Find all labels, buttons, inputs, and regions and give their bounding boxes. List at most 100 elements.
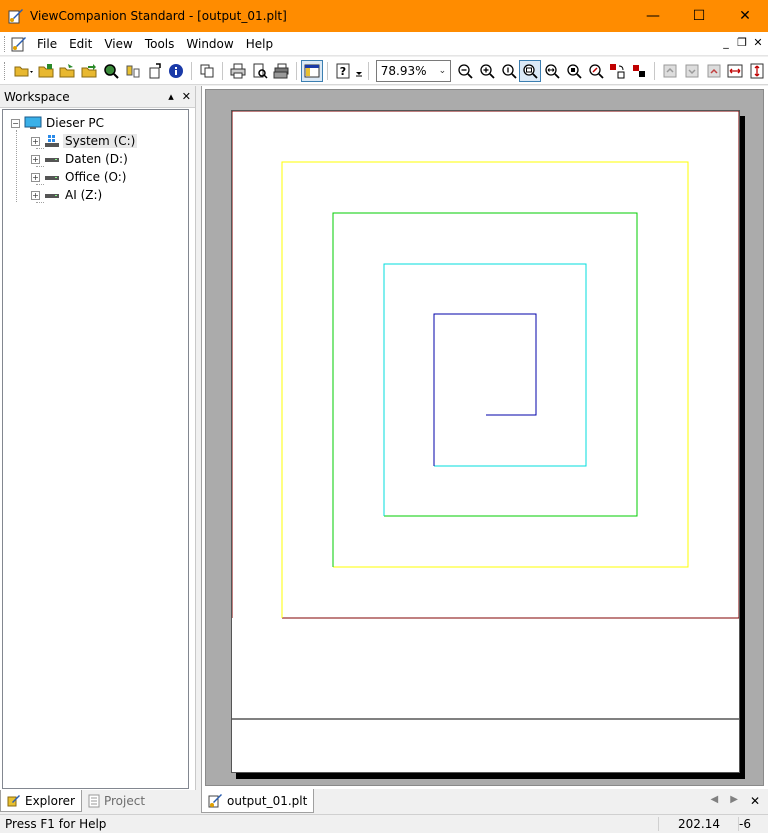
document-info-button[interactable]	[144, 60, 166, 82]
search-button[interactable]	[100, 60, 122, 82]
zoom-in-icon	[480, 63, 495, 79]
close-button[interactable]: ✕	[722, 0, 768, 32]
mdi-close-button[interactable]: ✕	[752, 36, 764, 49]
mdi-minimize-button[interactable]: _	[720, 36, 732, 49]
toolbar-overflow-button[interactable]	[354, 60, 364, 82]
copy-icon	[200, 64, 214, 77]
workspace-close-button[interactable]: ✕	[182, 90, 191, 103]
mdi-restore-button[interactable]: ❐	[736, 36, 748, 49]
status-y-coordinate: -6	[738, 817, 768, 831]
tree-item-drive-o[interactable]: + Office (O:)	[31, 168, 128, 186]
fit-width-button[interactable]	[724, 60, 746, 82]
viewcompanion-app-icon[interactable]	[8, 8, 24, 24]
workspace-tabs: Explorer Project	[0, 790, 196, 814]
folder-refresh-icon	[59, 63, 75, 77]
menu-edit[interactable]: Edit	[64, 37, 99, 51]
open-folder-icon	[14, 66, 33, 76]
rotate-icon	[610, 63, 625, 78]
document-icon[interactable]	[10, 35, 28, 53]
properties-button[interactable]	[122, 60, 144, 82]
print-button[interactable]	[227, 60, 249, 82]
info-button[interactable]	[165, 60, 187, 82]
zoom-window-icon	[523, 63, 538, 79]
plot-segment-blue	[433, 313, 537, 466]
zoom-width-icon	[545, 63, 560, 79]
open-folder-button[interactable]	[35, 60, 57, 82]
page-first-icon	[707, 64, 721, 77]
expand-icon[interactable]: +	[31, 136, 40, 146]
help-button[interactable]: ?	[332, 60, 354, 82]
printer-stack-icon	[273, 63, 289, 78]
hard-drive-icon	[45, 176, 59, 180]
tree-item-drive-c[interactable]: + System (C:)	[31, 132, 138, 150]
help-question-icon: ?	[336, 63, 350, 78]
workspace-toggle-button[interactable]	[301, 59, 324, 82]
toolbar-grip[interactable]	[4, 61, 7, 80]
menu-file[interactable]: File	[32, 37, 64, 51]
copy-button[interactable]	[196, 60, 218, 82]
menu-view[interactable]: View	[99, 37, 139, 51]
pin-icon[interactable]: ▴	[168, 90, 174, 103]
open-button[interactable]	[13, 60, 35, 82]
tree-label: System (C:)	[63, 134, 138, 148]
next-page-button[interactable]	[681, 60, 703, 82]
drawing-canvas[interactable]	[205, 89, 764, 786]
tab-scroll-right-icon[interactable]: ▶	[730, 794, 738, 808]
zoom-previous-button[interactable]	[585, 60, 607, 82]
expand-icon[interactable]: +	[31, 190, 40, 200]
menubar-grip[interactable]	[4, 35, 7, 52]
previous-page-button[interactable]	[659, 60, 681, 82]
tree-label: Office (O:)	[65, 170, 127, 184]
zoom-width-button[interactable]	[541, 60, 563, 82]
zoom-out-button[interactable]	[454, 60, 476, 82]
expand-icon[interactable]: +	[31, 172, 40, 182]
zoom-level-value: 78.93%	[380, 63, 427, 78]
hard-drive-icon	[45, 194, 59, 198]
zoom-actual-size-button[interactable]	[498, 60, 520, 82]
zoom-window-button[interactable]	[519, 59, 542, 82]
zoom-in-button[interactable]	[476, 60, 498, 82]
plot-drawing	[232, 111, 739, 720]
status-x-coordinate: 202.14	[658, 817, 738, 831]
rotate-button[interactable]	[607, 60, 629, 82]
menu-help[interactable]: Help	[241, 37, 280, 51]
maximize-button[interactable]: ☐	[676, 0, 722, 32]
print-preview-button[interactable]	[249, 60, 271, 82]
menu-tools[interactable]: Tools	[140, 37, 182, 51]
folder-icon	[38, 63, 54, 77]
batch-print-button[interactable]	[271, 60, 293, 82]
batch-button[interactable]	[78, 60, 100, 82]
tab-label: output_01.plt	[227, 793, 308, 808]
plot-segment-cyan	[383, 263, 587, 516]
magnifier-globe-icon	[104, 63, 119, 79]
folder-arrow-icon	[81, 63, 97, 77]
minimize-button[interactable]: —	[630, 0, 676, 32]
info-icon	[169, 63, 184, 78]
tree-item-drive-d[interactable]: + Daten (D:)	[31, 150, 130, 168]
zoom-height-button[interactable]	[563, 60, 585, 82]
tree-item-this-pc[interactable]: − Dieser PC	[11, 114, 106, 132]
close-document-button[interactable]: ✕	[750, 794, 760, 808]
explorer-tree[interactable]: − Dieser PC + System (C:) + Daten (D:) +…	[2, 109, 189, 789]
tab-label: Explorer	[25, 793, 75, 808]
drawing-sheet[interactable]	[231, 110, 740, 773]
page-up-icon	[663, 64, 677, 77]
first-page-button[interactable]	[703, 60, 725, 82]
tab-output-01[interactable]: output_01.plt	[201, 789, 315, 813]
zoom-level-select[interactable]: 78.93% ⌄	[375, 59, 452, 82]
tab-explorer[interactable]: Explorer	[0, 790, 82, 812]
collapse-icon[interactable]: −	[11, 118, 20, 128]
tab-scroll-left-icon[interactable]: ◀	[711, 794, 719, 808]
menu-window[interactable]: Window	[181, 37, 240, 51]
tab-project[interactable]: Project	[82, 790, 151, 812]
mirror-button[interactable]	[628, 60, 650, 82]
system-drive-icon	[45, 135, 59, 147]
expand-icon[interactable]: +	[31, 154, 40, 164]
hard-drive-icon	[45, 158, 59, 162]
tree-item-drive-z[interactable]: + AI (Z:)	[31, 186, 104, 204]
fit-height-button[interactable]	[746, 60, 768, 82]
plot-segment-border	[232, 111, 739, 619]
mirror-icon	[633, 64, 646, 77]
open-recent-button[interactable]	[57, 60, 79, 82]
printer-icon	[230, 63, 246, 78]
